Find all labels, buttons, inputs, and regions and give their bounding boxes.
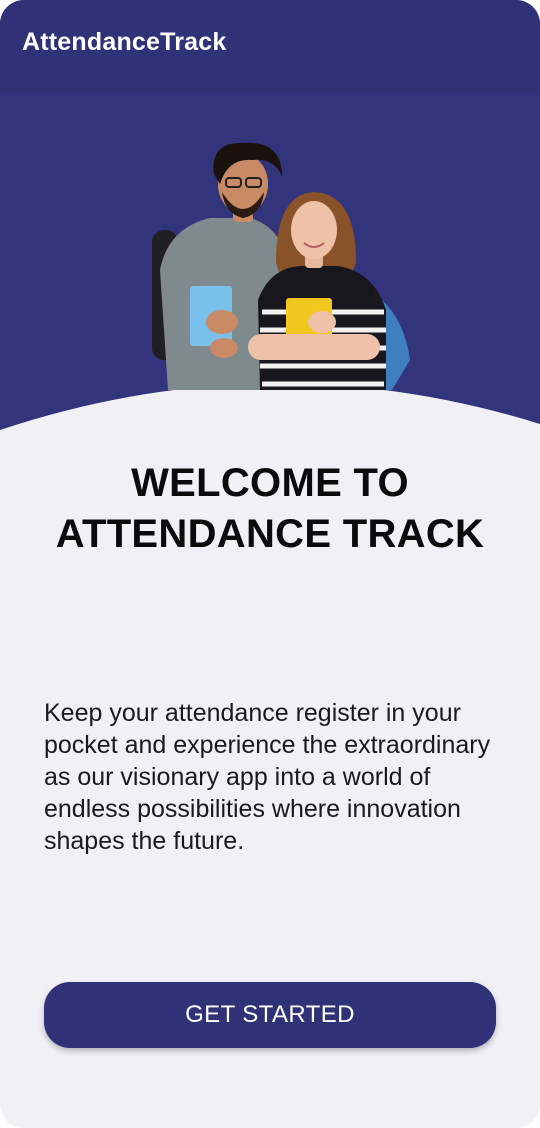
get-started-button[interactable]: GET STARTED: [44, 982, 496, 1048]
app-bar: AttendanceTrack: [0, 0, 540, 88]
app-title: AttendanceTrack: [22, 28, 227, 56]
welcome-description: Keep your attendance register in your po…: [44, 699, 491, 855]
onboarding-screen: AttendanceTrack WELCOME TO ATTENDANCE TR…: [0, 0, 540, 1128]
welcome-heading: WELCOME TO ATTENDANCE TRACK: [55, 461, 485, 556]
get-started-label: GET STARTED: [185, 1001, 355, 1028]
student-right: [248, 192, 410, 390]
